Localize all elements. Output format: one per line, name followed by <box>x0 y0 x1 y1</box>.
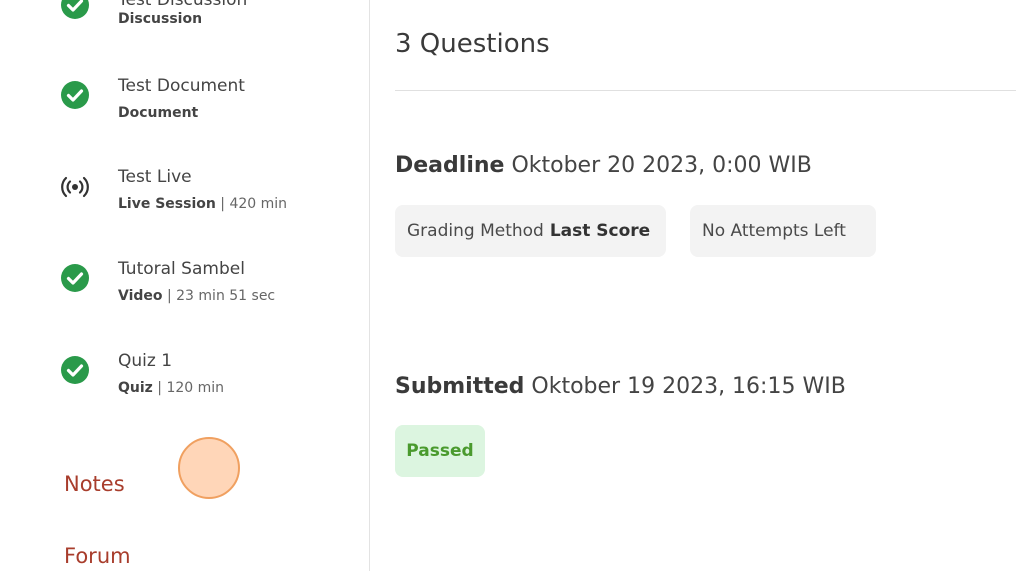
check-circle-icon <box>61 81 89 109</box>
lesson-title: Quiz 1 <box>118 351 173 371</box>
lesson-item-quiz-1[interactable]: Quiz 1 Quiz | 120 min <box>0 351 369 411</box>
quiz-detail-panel: 3 Questions Deadline Oktober 20 2023, 0:… <box>370 0 1016 571</box>
lesson-detail: | 120 min <box>152 380 225 396</box>
lesson-item-tutoral-sambel[interactable]: Tutoral Sambel Video | 23 min 51 sec <box>0 259 369 319</box>
lesson-title: Test Discussion <box>118 0 248 10</box>
nav-link-notes[interactable]: Notes <box>64 471 125 497</box>
lesson-title: Test Document <box>118 76 245 96</box>
submitted-value: Oktober 19 2023, 16:15 WIB <box>524 374 846 399</box>
lesson-detail: | 23 min 51 sec <box>162 288 276 304</box>
check-circle-icon <box>61 264 89 292</box>
lesson-title: Test Live <box>118 167 192 187</box>
grading-method-label: Grading Method <box>407 221 544 241</box>
lesson-item-test-discussion[interactable]: Test Discussion Discussion <box>0 0 369 42</box>
lesson-type: Video <box>118 288 163 304</box>
lesson-item-test-live[interactable]: Test Live Live Session | 420 min <box>0 167 369 227</box>
lesson-detail: | 420 min <box>215 196 288 212</box>
deadline-value: Oktober 20 2023, 0:00 WIB <box>504 153 812 178</box>
lesson-type: Document <box>118 105 199 121</box>
questions-count: 3 Questions <box>395 29 550 59</box>
status-badge: Passed <box>395 425 485 477</box>
course-page: Test Discussion Discussion Test Document… <box>0 0 1016 571</box>
broadcast-icon <box>61 176 89 198</box>
nav-link-forum[interactable]: Forum <box>64 543 131 569</box>
lesson-type: Quiz <box>118 380 153 396</box>
lesson-meta: Video | 23 min 51 sec <box>118 287 275 305</box>
attempts-chip: No Attempts Left <box>690 205 876 257</box>
lesson-meta: Live Session | 420 min <box>118 195 287 213</box>
lesson-title: Tutoral Sambel <box>118 259 245 279</box>
deadline-label: Deadline <box>395 153 505 178</box>
divider <box>395 90 1016 91</box>
grading-method-chip: Grading Method Last Score <box>395 205 666 257</box>
submitted-line: Submitted Oktober 19 2023, 16:15 WIB <box>395 373 846 401</box>
grading-method-value: Last Score <box>549 221 651 241</box>
lesson-type: Live Session <box>118 196 216 212</box>
course-sidebar: Test Discussion Discussion Test Document… <box>0 0 370 571</box>
lesson-type: Discussion <box>118 11 203 27</box>
lesson-meta: Discussion <box>118 10 202 28</box>
lesson-item-test-document[interactable]: Test Document Document <box>0 76 369 136</box>
lesson-meta: Quiz | 120 min <box>118 379 224 397</box>
check-circle-icon <box>61 0 89 19</box>
submitted-label: Submitted <box>395 374 525 399</box>
cursor-indicator <box>178 437 240 499</box>
lesson-meta: Document <box>118 104 198 122</box>
check-circle-icon <box>61 356 89 384</box>
deadline-line: Deadline Oktober 20 2023, 0:00 WIB <box>395 152 812 180</box>
